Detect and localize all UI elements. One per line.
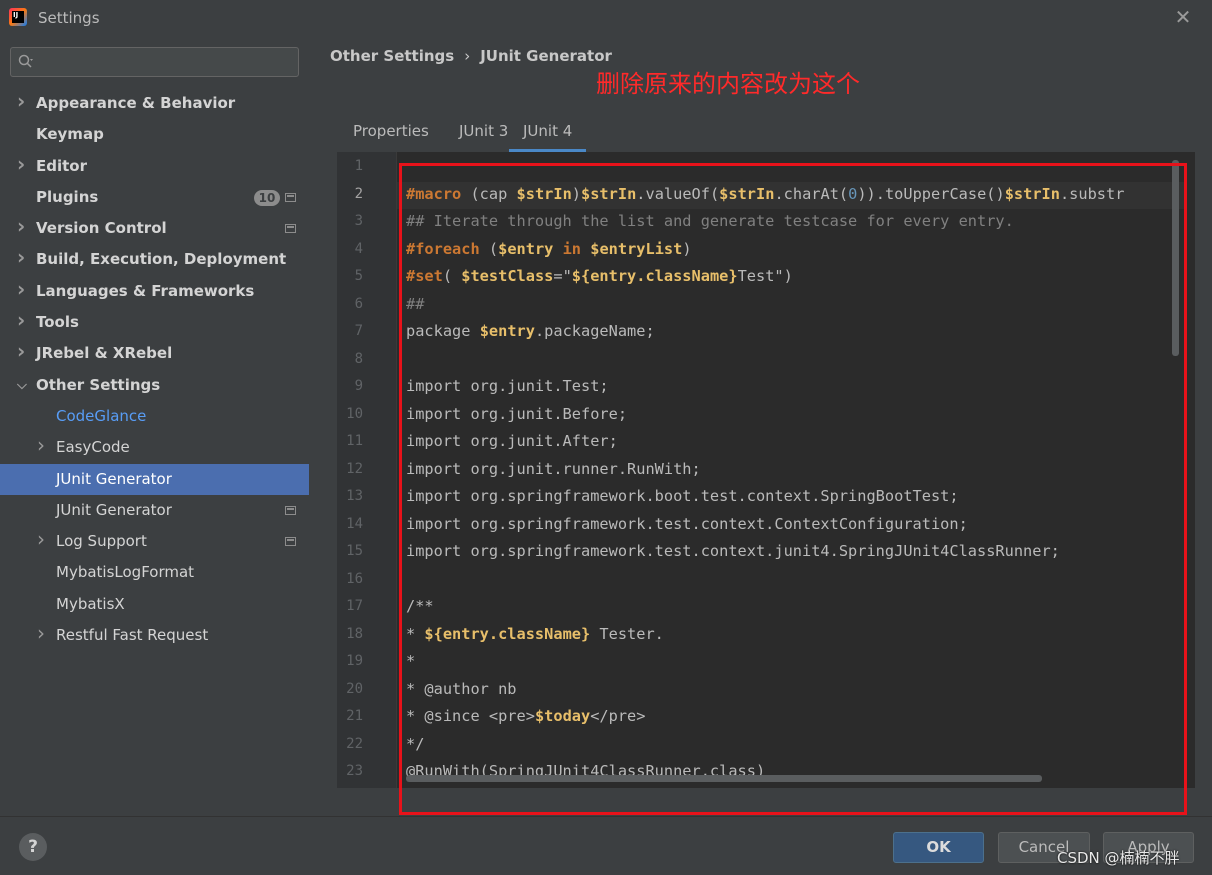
line-number: 13: [346, 488, 363, 504]
tab-junit4[interactable]: JUnit 4: [509, 116, 587, 152]
sidebar-item-label: JRebel & XRebel: [36, 344, 173, 363]
chevron-right-icon[interactable]: ›: [17, 336, 29, 367]
chevron-right-icon[interactable]: ›: [17, 274, 29, 305]
line-number: 10: [346, 405, 363, 422]
line-number: 22: [346, 735, 363, 752]
line-number: 19: [346, 653, 363, 669]
sidebar-item-junit-generator[interactable]: JUnit Generator: [0, 463, 309, 495]
tab-properties[interactable]: Properties: [353, 116, 429, 152]
sidebar-item-label: CodeGlance: [56, 406, 147, 425]
line-number: 8: [354, 350, 363, 367]
search-icon: [18, 54, 33, 68]
sidebar-item-label: MybatisX: [56, 594, 125, 613]
breadcrumb: Other Settings › JUnit Generator: [330, 47, 612, 65]
sidebar-item-label: JUnit Generator: [56, 469, 172, 488]
sidebar-item-editor[interactable]: › Editor: [0, 151, 309, 182]
line-number: 20: [346, 680, 363, 697]
sidebar-item-label: Keymap: [36, 125, 104, 144]
chevron-right-icon[interactable]: ›: [37, 618, 49, 649]
line-number: 7: [354, 323, 363, 339]
chevron-right-icon[interactable]: ›: [17, 149, 29, 180]
sidebar-item-plugins[interactable]: Plugins 10: [0, 182, 309, 213]
chevron-right-icon[interactable]: ›: [37, 524, 49, 555]
sidebar-item-label: Plugins: [36, 187, 99, 206]
sidebar-item-mybatislogformat[interactable]: MybatisLogFormat: [0, 557, 309, 588]
sidebar-item-label: Editor: [36, 156, 87, 175]
line-number: 21: [346, 708, 363, 724]
line-number: 17: [346, 598, 363, 614]
settings-tree: › Appearance & Behavior Keymap › Editor Plugi…: [0, 88, 309, 651]
close-icon[interactable]: ✕: [1173, 7, 1193, 27]
project-level-icon: [285, 505, 296, 515]
sidebar-item-log-support[interactable]: › Log Support: [0, 526, 309, 557]
line-number: 12: [346, 460, 363, 477]
breadcrumb-parent[interactable]: Other Settings: [330, 47, 454, 65]
sidebar-item-keymap[interactable]: Keymap: [0, 119, 309, 150]
sidebar-item-tools[interactable]: › Tools: [0, 307, 309, 338]
sidebar-item-label: Appearance & Behavior: [36, 94, 236, 112]
search-input[interactable]: [10, 47, 299, 77]
annotation-highlight-box: [399, 163, 1187, 815]
line-number: 15: [346, 543, 363, 559]
line-number: 4: [354, 240, 363, 257]
updates-badge: 10: [254, 189, 280, 206]
window-title: Settings: [38, 9, 100, 27]
line-number: 1: [354, 158, 363, 174]
sidebar-item-jrebel-xrebel[interactable]: › JRebel & XRebel: [0, 338, 309, 369]
line-number: 2: [354, 185, 363, 202]
sidebar-item-restful-fast-request[interactable]: › Restful Fast Request: [0, 620, 309, 651]
sidebar-item-version-control[interactable]: › Version Control: [0, 213, 309, 244]
dialog-footer: ? OK Cancel Apply CSDN @楠楠不胖: [0, 816, 1212, 875]
line-number: 3: [354, 213, 363, 229]
sidebar-item-languages-frameworks[interactable]: › Languages & Frameworks: [0, 276, 309, 307]
watermark: CSDN @楠楠不胖: [1057, 849, 1180, 867]
line-number: 11: [346, 433, 363, 449]
sidebar-item-other-settings[interactable]: ⌵ Other Settings: [0, 370, 309, 401]
breadcrumb-separator: ›: [464, 47, 471, 65]
tab-junit3[interactable]: JUnit 3: [459, 116, 508, 152]
settings-sidebar: › Appearance & Behavior Keymap › Editor Plugi…: [0, 36, 309, 816]
sidebar-item-label: Tools: [36, 313, 79, 332]
chevron-down-icon[interactable]: ⌵: [17, 370, 29, 401]
line-number: 6: [354, 295, 363, 312]
intellij-app-icon: IJ: [9, 8, 27, 26]
ok-button[interactable]: OK: [893, 832, 984, 863]
chevron-right-icon[interactable]: ›: [17, 86, 29, 117]
sidebar-item-build-execution-deployment[interactable]: › Build, Execution, Deployment: [0, 244, 309, 275]
chevron-right-icon[interactable]: ›: [17, 242, 29, 273]
sidebar-item-easycode[interactable]: › EasyCode: [0, 432, 309, 463]
sidebar-item-label: Build, Execution, Deployment: [36, 250, 287, 269]
sidebar-item-label: Restful Fast Request: [56, 626, 209, 645]
line-number: 5: [354, 268, 363, 284]
chevron-right-icon[interactable]: ›: [37, 430, 49, 461]
project-level-icon: [285, 537, 296, 547]
line-number-gutter: 1 2 3 4 5 6 7 8 9 10 11 12 13 14 15 16 17 18 19 20 21 22 23: [337, 152, 397, 788]
project-level-icon: [285, 192, 296, 202]
project-level-icon: [285, 224, 296, 234]
breadcrumb-current: JUnit Generator: [480, 47, 612, 65]
sidebar-item-label: EasyCode: [56, 438, 130, 457]
sidebar-item-label: MybatisLogFormat: [56, 563, 195, 582]
line-number: 16: [346, 570, 363, 587]
sidebar-item-mybatisx[interactable]: MybatisX: [0, 589, 309, 620]
sidebar-item-label: JUnit Generator: [56, 500, 172, 519]
sidebar-item-label: Languages & Frameworks: [36, 281, 255, 300]
line-number: 18: [346, 625, 363, 642]
line-number: 14: [346, 515, 363, 532]
sidebar-item-label: Log Support: [56, 532, 147, 551]
chevron-right-icon[interactable]: ›: [17, 305, 29, 336]
sidebar-item-label: Version Control: [36, 219, 167, 238]
help-button[interactable]: ?: [19, 833, 47, 861]
sidebar-item-label: Other Settings: [36, 375, 161, 394]
sidebar-item-codeglance[interactable]: CodeGlance: [0, 401, 309, 432]
sidebar-item-appearance-behavior[interactable]: › Appearance & Behavior: [0, 88, 309, 119]
sidebar-item-junit-generator[interactable]: JUnit Generator: [0, 495, 309, 526]
title-bar: IJ Settings ✕: [0, 0, 1212, 36]
chevron-right-icon[interactable]: ›: [17, 211, 29, 242]
line-number: 23: [346, 763, 363, 779]
line-number: 9: [354, 378, 363, 394]
annotation-text: 删除原来的内容改为这个: [596, 70, 860, 98]
